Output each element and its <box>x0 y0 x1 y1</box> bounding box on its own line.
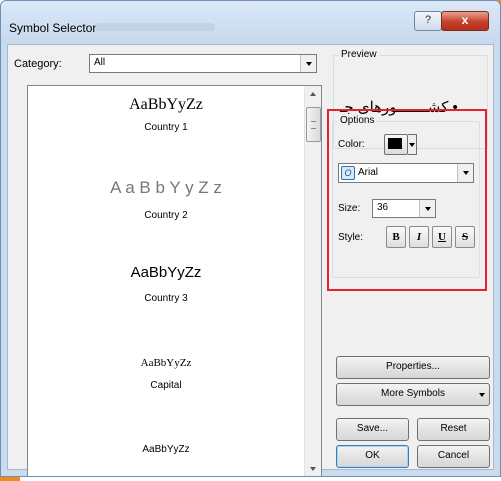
list-scrollbar[interactable] <box>304 86 321 476</box>
scroll-up-icon[interactable] <box>305 86 321 102</box>
title-bar[interactable]: Symbol Selector ? x <box>1 1 500 43</box>
properties-button[interactable]: Properties... <box>336 356 490 379</box>
symbol-list[interactable]: AaBbYyZz Country 1 A a B b Y y Z z Count… <box>27 85 322 476</box>
symbol-caption: Country 2 <box>144 210 188 221</box>
color-picker-button[interactable] <box>384 134 408 155</box>
bold-button[interactable]: B <box>386 226 406 248</box>
size-value: 36 <box>377 202 389 213</box>
more-symbols-button[interactable]: More Symbols <box>336 383 490 406</box>
cancel-button[interactable]: Cancel <box>417 445 490 468</box>
symbol-caption: Country 1 <box>144 122 188 133</box>
help-icon: ? <box>424 14 432 26</box>
symbol-sample: AaBbYyZz <box>130 264 202 281</box>
font-value: Arial <box>358 167 379 178</box>
symbol-selector-window: Symbol Selector ? x Category: All AaBbYy… <box>0 0 501 477</box>
list-item[interactable]: A a B b Y y Z z Country 2 <box>28 178 304 228</box>
symbol-sample: AaBbYyZz <box>140 357 192 369</box>
close-icon: x <box>461 13 469 27</box>
category-value: All <box>94 57 106 68</box>
list-item[interactable]: AaBbYyZz Country 3 <box>28 264 304 314</box>
save-button[interactable]: Save... <box>336 418 409 441</box>
scroll-thumb[interactable] <box>306 107 321 142</box>
strikethrough-button[interactable]: S <box>455 226 475 248</box>
window-title: Symbol Selector <box>9 21 97 35</box>
ok-button[interactable]: OK <box>336 445 409 468</box>
symbol-caption: Capital <box>150 380 182 391</box>
scroll-down-icon[interactable] <box>305 461 321 476</box>
symbol-caption: Country 3 <box>144 293 188 304</box>
list-item[interactable]: AaBbYyZz <box>28 444 304 474</box>
italic-button[interactable]: I <box>409 226 429 248</box>
color-label: Color: <box>338 139 365 150</box>
chevron-down-icon[interactable] <box>300 55 316 72</box>
underline-button[interactable]: U <box>432 226 452 248</box>
more-symbols-label: More Symbols <box>381 388 445 399</box>
style-label: Style: <box>338 232 364 243</box>
category-label: Category: <box>14 58 62 70</box>
chevron-down-icon[interactable] <box>408 134 417 155</box>
help-button[interactable]: ? <box>414 11 442 31</box>
size-dropdown[interactable]: 36 <box>372 199 436 218</box>
list-item[interactable]: AaBbYyZz Country 1 <box>28 94 304 144</box>
reset-button[interactable]: Reset <box>417 418 490 441</box>
symbol-sample: AaBbYyZz <box>142 444 190 455</box>
options-title: Options <box>338 115 377 126</box>
color-swatch <box>388 138 402 149</box>
preview-title: Preview <box>339 49 379 60</box>
chevron-down-icon[interactable] <box>419 200 435 217</box>
chevron-down-icon <box>479 393 485 397</box>
size-label: Size: <box>338 203 361 214</box>
list-item[interactable]: AaBbYyZz Capital <box>28 357 304 407</box>
symbol-sample: AaBbYyZz <box>129 96 203 113</box>
font-dropdown[interactable]: O Arial <box>338 163 474 183</box>
category-dropdown[interactable]: All <box>89 54 317 73</box>
close-button[interactable]: x <box>441 11 489 31</box>
symbol-sample: A a B b Y y Z z <box>110 178 222 197</box>
title-bar-blur <box>95 23 215 31</box>
chevron-down-icon[interactable] <box>457 164 473 182</box>
opentype-font-icon: O <box>341 166 355 180</box>
